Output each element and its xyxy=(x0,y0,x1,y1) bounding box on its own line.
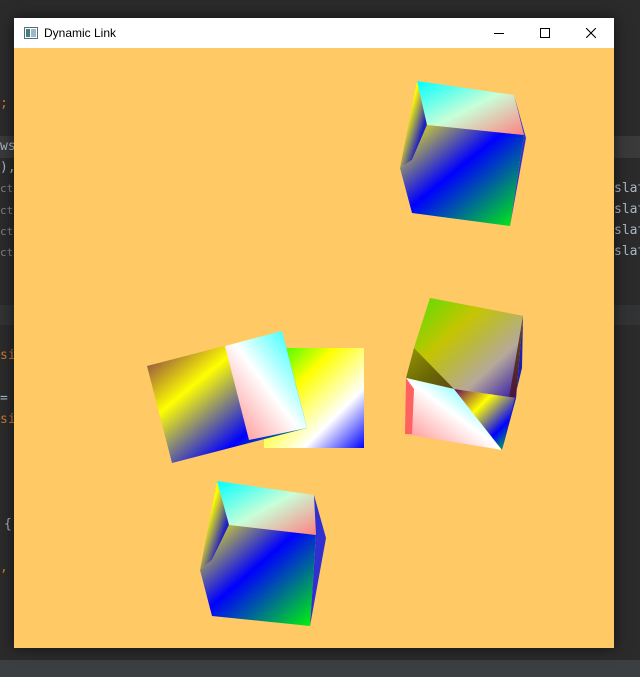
app-icon xyxy=(24,27,38,39)
editor-statusbar xyxy=(0,660,640,677)
maximize-icon xyxy=(540,28,550,38)
maximize-button[interactable] xyxy=(522,18,568,48)
editor-fragment: { xyxy=(4,517,12,532)
cube-bottom xyxy=(200,481,326,626)
cube-top-right xyxy=(400,81,526,226)
editor-fragment: slat xyxy=(614,202,640,217)
editor-fragment: slat xyxy=(614,181,640,196)
render-canvas[interactable] xyxy=(14,48,614,648)
scene-svg xyxy=(147,81,526,626)
editor-fragment: = xyxy=(0,391,8,406)
close-icon xyxy=(586,28,596,38)
app-window: Dynamic Link xyxy=(14,18,614,648)
close-button[interactable] xyxy=(568,18,614,48)
minimize-icon xyxy=(494,33,504,34)
title-bar[interactable]: Dynamic Link xyxy=(14,18,614,48)
editor-fragment: slat xyxy=(614,244,640,259)
window-title: Dynamic Link xyxy=(44,26,117,40)
cube-middle-right xyxy=(405,298,523,450)
minimize-button[interactable] xyxy=(476,18,522,48)
editor-fragment: , xyxy=(0,560,8,575)
editor-fragment: slat xyxy=(614,223,640,238)
editor-fragment: ; xyxy=(0,96,8,111)
